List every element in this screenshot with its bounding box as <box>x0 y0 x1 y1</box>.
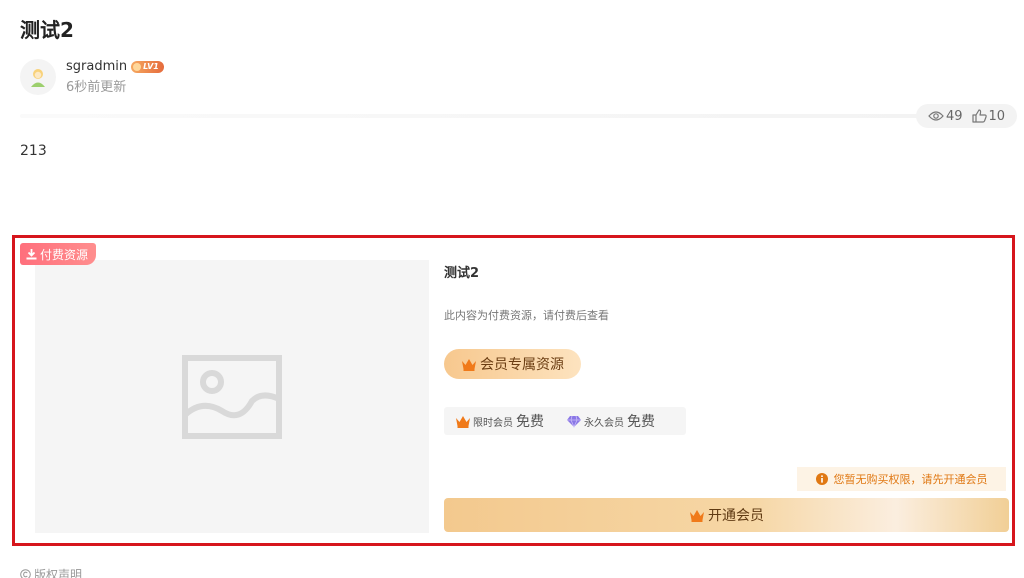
crown-icon <box>462 358 476 371</box>
copyright-label[interactable]: 版权声明 <box>34 566 82 578</box>
price-label: 限时会员 <box>473 417 513 429</box>
resource-title: 测试2 <box>444 266 480 281</box>
image-placeholder-icon <box>182 354 282 439</box>
open-membership-button[interactable]: 开通会员 <box>444 498 1009 532</box>
price-item-permanent: 永久会员 免费 <box>566 411 655 431</box>
price-item-timed: 限时会员 免费 <box>455 411 544 431</box>
copyright-icon <box>20 569 31 578</box>
avatar[interactable] <box>20 59 56 95</box>
header-divider <box>20 114 920 118</box>
paid-resource-box: 付费资源 测试2 此内容为付费资源，请付费后查看 会员专属资源 限时会员 免费 <box>12 235 1015 546</box>
info-icon <box>815 473 828 485</box>
resource-description: 此内容为付费资源，请付费后查看 <box>444 309 609 322</box>
thumb-up-icon <box>971 109 987 123</box>
paid-resource-tag: 付费资源 <box>20 243 97 265</box>
permission-notice: 您暂无购买权限，请先开通会员 <box>797 467 1006 491</box>
open-membership-label: 开通会员 <box>708 508 764 524</box>
update-time: 6秒前更新 <box>66 80 127 95</box>
likes-stat[interactable]: 10 <box>971 108 1006 124</box>
user-avatar-icon <box>31 69 45 87</box>
eye-icon <box>928 111 944 121</box>
price-value: 免费 <box>627 414 655 430</box>
permission-notice-text: 您暂无购买权限，请先开通会员 <box>833 473 988 486</box>
member-exclusive-badge: 会员专属资源 <box>444 349 581 379</box>
post-title: 测试2 <box>20 18 74 42</box>
views-count: 49 <box>945 108 963 124</box>
price-value: 免费 <box>516 414 544 430</box>
crown-icon <box>456 415 470 428</box>
diamond-icon <box>567 415 581 428</box>
level-badge: LV1 <box>131 60 164 73</box>
copyright-notice: 版权声明 <box>20 566 82 578</box>
post-stats: 49 10 <box>916 104 1017 128</box>
likes-count: 10 <box>988 108 1006 124</box>
download-icon <box>26 248 37 259</box>
resource-thumbnail[interactable] <box>35 260 429 533</box>
price-list: 限时会员 免费 永久会员 免费 <box>444 407 686 435</box>
views-stat: 49 <box>928 109 963 124</box>
price-label: 永久会员 <box>584 417 624 429</box>
paid-tag-label: 付费资源 <box>40 247 89 262</box>
author-block: sgradmin LV1 6秒前更新 <box>20 58 164 96</box>
post-content: 213 <box>20 143 47 159</box>
crown-icon <box>690 509 704 522</box>
member-exclusive-label: 会员专属资源 <box>480 357 564 373</box>
author-name[interactable]: sgradmin <box>66 59 127 74</box>
